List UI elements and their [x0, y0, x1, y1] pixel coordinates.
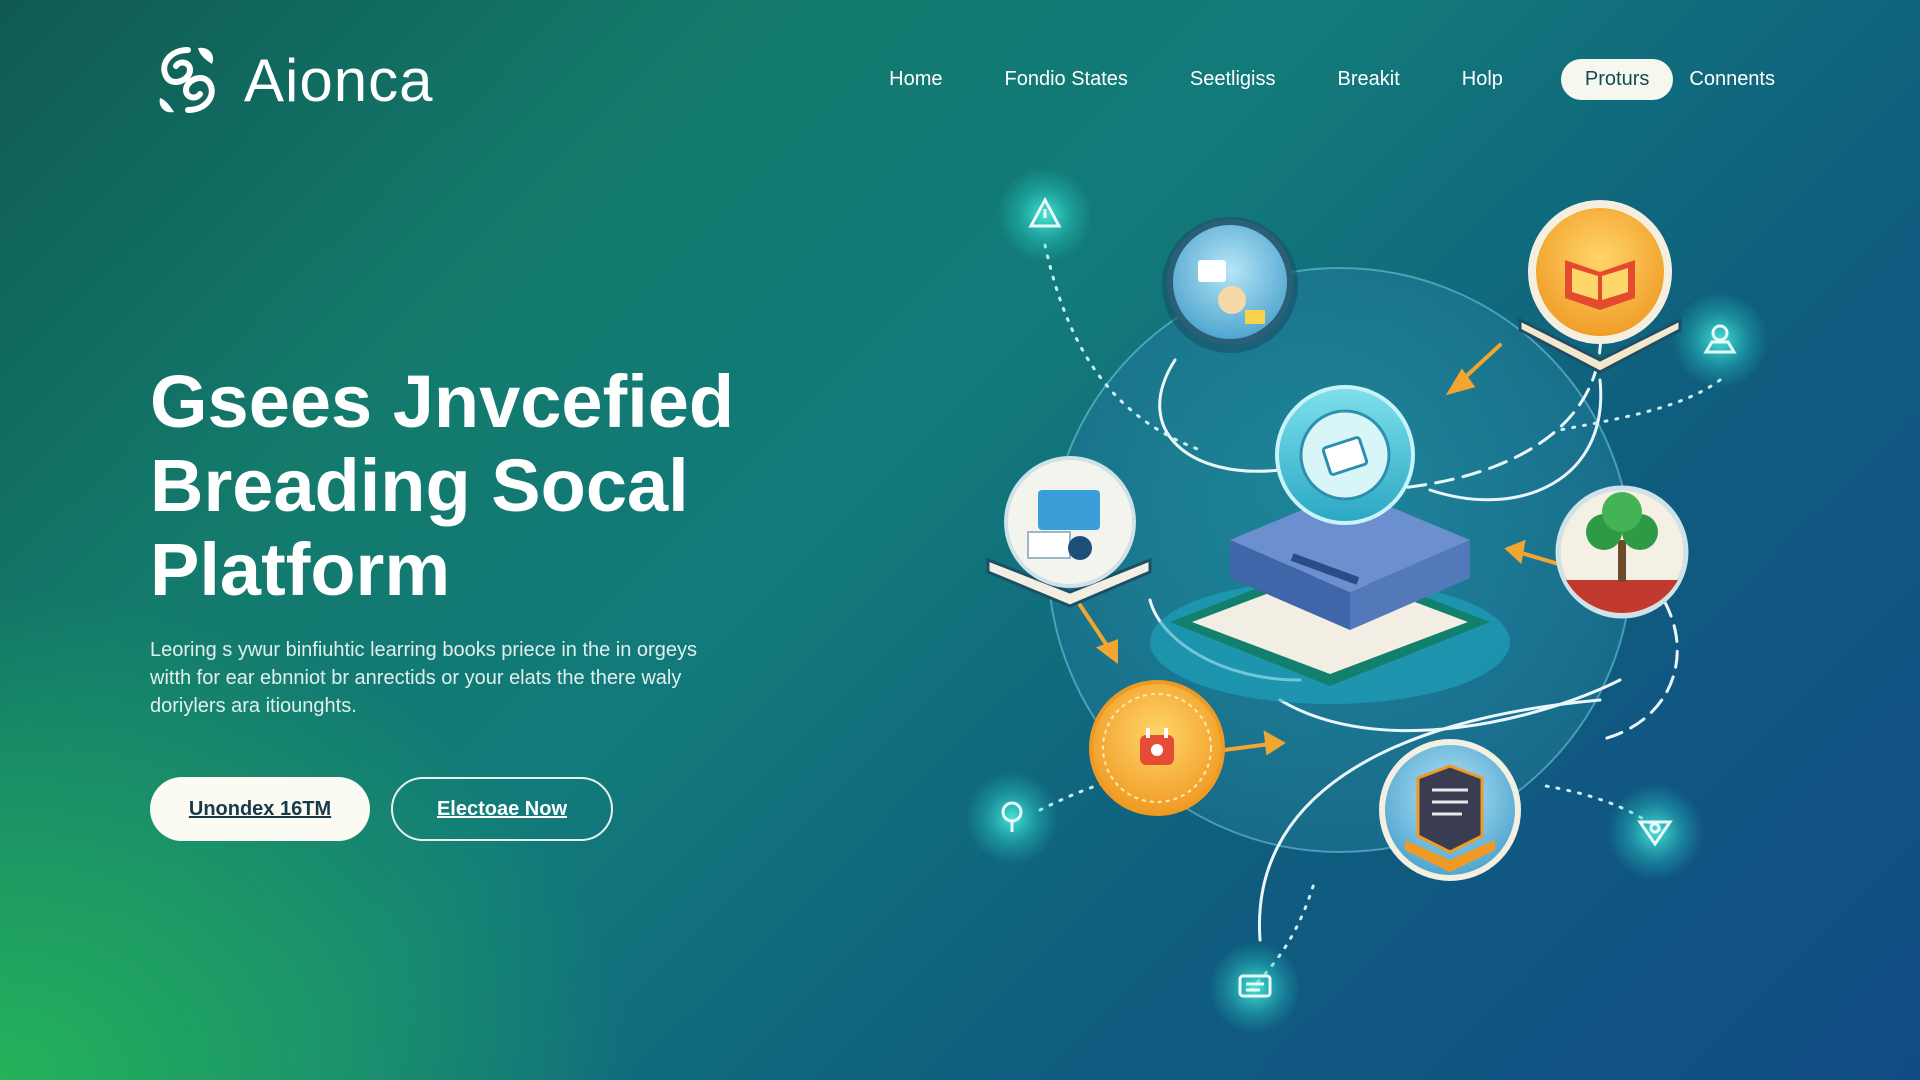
science-badge-node[interactable] [1162, 217, 1298, 353]
illustration-svg [966, 167, 1768, 1034]
brand-logo[interactable]: Aionca [150, 42, 433, 118]
chat-node[interactable] [1209, 942, 1301, 1034]
nav-seetligiss[interactable]: Seetligiss [1190, 68, 1276, 91]
hero-headline: Gsees Jnvcefied Breading Socal Platform [150, 360, 870, 612]
lightbulb-node[interactable] [966, 772, 1058, 864]
nav-proturs-button[interactable]: Proturs [1560, 58, 1674, 100]
primary-cta-button[interactable]: Unondex 16TM [150, 777, 370, 841]
secondary-cta-button[interactable]: Electoae Now [391, 777, 613, 841]
warning-node[interactable] [997, 167, 1093, 263]
growth-tree-node[interactable] [1555, 485, 1689, 619]
headline-line-3: Platform [150, 528, 451, 611]
shield-check-node[interactable] [1607, 784, 1703, 880]
nav-home[interactable]: Home [889, 68, 942, 91]
user-badge-node[interactable] [1672, 292, 1768, 388]
nav-holp[interactable]: Holp [1462, 68, 1503, 91]
headline-line-1: Gsees Jnvcefied [150, 360, 735, 443]
document-card-icon [1027, 490, 1100, 560]
headline-line-2: Breading Socal [150, 444, 689, 527]
platform-illustration [960, 160, 1800, 1040]
nav-breakit[interactable]: Breakit [1338, 68, 1400, 91]
top-navigation: Home Fondio States Seetligiss Breakit Ho… [889, 58, 1775, 100]
robot-badge-node[interactable] [1089, 680, 1225, 816]
nav-connents[interactable]: Connents [1689, 68, 1775, 91]
nav-fondio-states[interactable]: Fondio States [1004, 68, 1127, 91]
reading-list-node[interactable] [1379, 739, 1521, 881]
hero-description: Leoring s ywur binfiuhtic learring books… [150, 639, 697, 717]
swirl-logo-icon [159, 47, 215, 113]
brand-name: Aionca [244, 46, 434, 114]
